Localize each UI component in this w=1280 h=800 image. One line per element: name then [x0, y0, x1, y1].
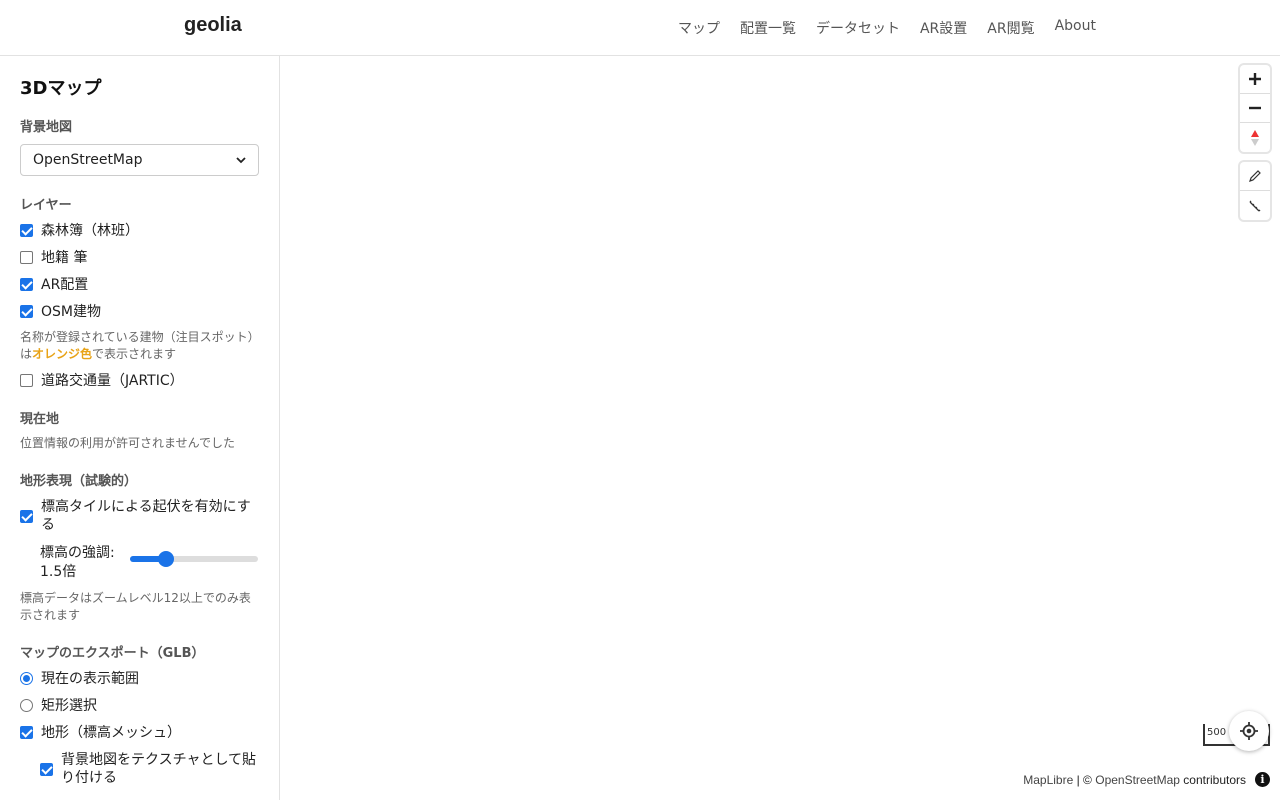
layer-osm-buildings-toggle[interactable]: OSM建物	[20, 303, 259, 321]
compass-button[interactable]	[1240, 123, 1270, 152]
location-status: 位置情報の利用が許可されませんでした	[20, 436, 236, 450]
minus-icon	[1249, 106, 1261, 110]
crosshair-icon	[1240, 722, 1258, 740]
export-range-current-radio[interactable]	[20, 672, 33, 685]
app-header: geolia マップ 配置一覧 データセット AR設置 AR閲覧 About	[0, 0, 1280, 56]
terrain-enable-label: 標高タイルによる起伏を有効にする	[41, 499, 251, 533]
layer-traffic-checkbox[interactable]	[20, 374, 33, 387]
layer-cadastre-toggle[interactable]: 地籍 筆	[20, 249, 259, 267]
layer-traffic-toggle[interactable]: 道路交通量（JARTIC）	[20, 372, 259, 390]
layer-ar-checkbox[interactable]	[20, 278, 33, 291]
pencil-icon	[1249, 170, 1261, 182]
nav-placements[interactable]: 配置一覧	[740, 18, 796, 38]
exaggeration-slider[interactable]	[130, 551, 258, 573]
draw-line-button[interactable]	[1240, 162, 1270, 191]
brand-logo[interactable]: geolia	[184, 14, 242, 37]
attribution-separator: | ©	[1076, 772, 1092, 787]
layer-osm-buildings-label: OSM建物	[41, 304, 101, 320]
basemap-select[interactable]: OpenStreetMap	[20, 144, 259, 176]
map-canvas[interactable]: 500 MapLibre | © OpenStreetMap contribut…	[280, 56, 1280, 800]
plus-icon	[1249, 73, 1261, 85]
attribution-contributors: contributors	[1183, 772, 1246, 787]
terrain-note: 標高データはズームレベル12以上でのみ表示されます	[20, 591, 251, 622]
export-range-rect-label: 矩形選択	[41, 698, 97, 714]
sidebar: 3Dマップ 背景地図 OpenStreetMap レイヤー 森林簿（林班） 地籍…	[0, 56, 280, 800]
ruler-icon	[1249, 200, 1261, 211]
measure-button[interactable]	[1240, 191, 1270, 220]
buildings-note: 名称が登録されている建物（注目スポット）はオレンジ色で表示されます	[20, 330, 254, 361]
osm-link[interactable]: OpenStreetMap	[1095, 773, 1180, 787]
geolocate-button[interactable]	[1229, 711, 1269, 751]
info-icon[interactable]: i	[1255, 772, 1270, 787]
sidebar-title: 3Dマップ	[20, 78, 102, 99]
basemap-selected-value: OpenStreetMap	[33, 152, 143, 168]
nav-datasets[interactable]: データセット	[816, 18, 900, 38]
layers-heading: レイヤー	[20, 198, 72, 213]
layer-forest-checkbox[interactable]	[20, 224, 33, 237]
chevron-down-icon	[236, 153, 246, 167]
layer-cadastre-checkbox[interactable]	[20, 251, 33, 264]
layer-osm-buildings-checkbox[interactable]	[20, 305, 33, 318]
export-terrain-mesh-checkbox[interactable]	[20, 726, 33, 739]
zoom-out-button[interactable]	[1240, 94, 1270, 123]
orange-highlight: オレンジ色	[32, 347, 93, 361]
export-range-current-option[interactable]: 現在の表示範囲	[20, 670, 259, 688]
export-texture-label: 背景地図をテクスチャとして貼り付ける	[61, 752, 257, 786]
layer-ar-label: AR配置	[41, 277, 89, 293]
main-nav: マップ 配置一覧 データセット AR設置 AR閲覧 About	[678, 18, 1096, 38]
export-range-current-label: 現在の表示範囲	[41, 671, 139, 687]
export-texture-checkbox[interactable]	[40, 762, 53, 776]
export-range-rect-option[interactable]: 矩形選択	[20, 697, 259, 715]
layer-traffic-label: 道路交通量（JARTIC）	[41, 373, 184, 389]
navigation-controls	[1240, 65, 1270, 152]
slider-thumb[interactable]	[157, 551, 174, 567]
export-heading: マップのエクスポート（GLB）	[20, 646, 205, 661]
terrain-enable-checkbox[interactable]	[20, 509, 33, 523]
export-terrain-mesh-label: 地形（標高メッシュ）	[41, 725, 181, 741]
layer-forest-toggle[interactable]: 森林簿（林班）	[20, 222, 259, 240]
terrain-heading: 地形表現（試験的）	[20, 474, 138, 489]
export-range-rect-radio[interactable]	[20, 699, 33, 712]
terrain-enable-toggle[interactable]: 標高タイルによる起伏を有効にする	[20, 498, 259, 534]
measure-controls	[1240, 162, 1270, 220]
layer-cadastre-label: 地籍 筆	[41, 250, 88, 266]
nav-map[interactable]: マップ	[678, 18, 720, 38]
basemap-heading: 背景地図	[20, 120, 73, 135]
location-heading: 現在地	[20, 412, 60, 427]
layer-ar-toggle[interactable]: AR配置	[20, 276, 259, 294]
layer-forest-label: 森林簿（林班）	[41, 223, 139, 239]
exaggeration-row: 標高の強調: 1.5倍	[20, 544, 259, 582]
export-texture-toggle[interactable]: 背景地図をテクスチャとして貼り付ける	[20, 751, 259, 787]
exaggeration-label: 標高の強調: 1.5倍	[40, 545, 115, 580]
nav-ar-setup[interactable]: AR設置	[920, 18, 967, 38]
nav-about[interactable]: About	[1055, 18, 1096, 38]
compass-icon	[1251, 129, 1259, 146]
map-attribution: MapLibre | © OpenStreetMap contributors …	[1023, 772, 1270, 787]
nav-ar-view[interactable]: AR閲覧	[987, 18, 1034, 38]
zoom-in-button[interactable]	[1240, 65, 1270, 94]
export-terrain-mesh-toggle[interactable]: 地形（標高メッシュ）	[20, 724, 259, 742]
maplibre-link[interactable]: MapLibre	[1023, 773, 1073, 787]
